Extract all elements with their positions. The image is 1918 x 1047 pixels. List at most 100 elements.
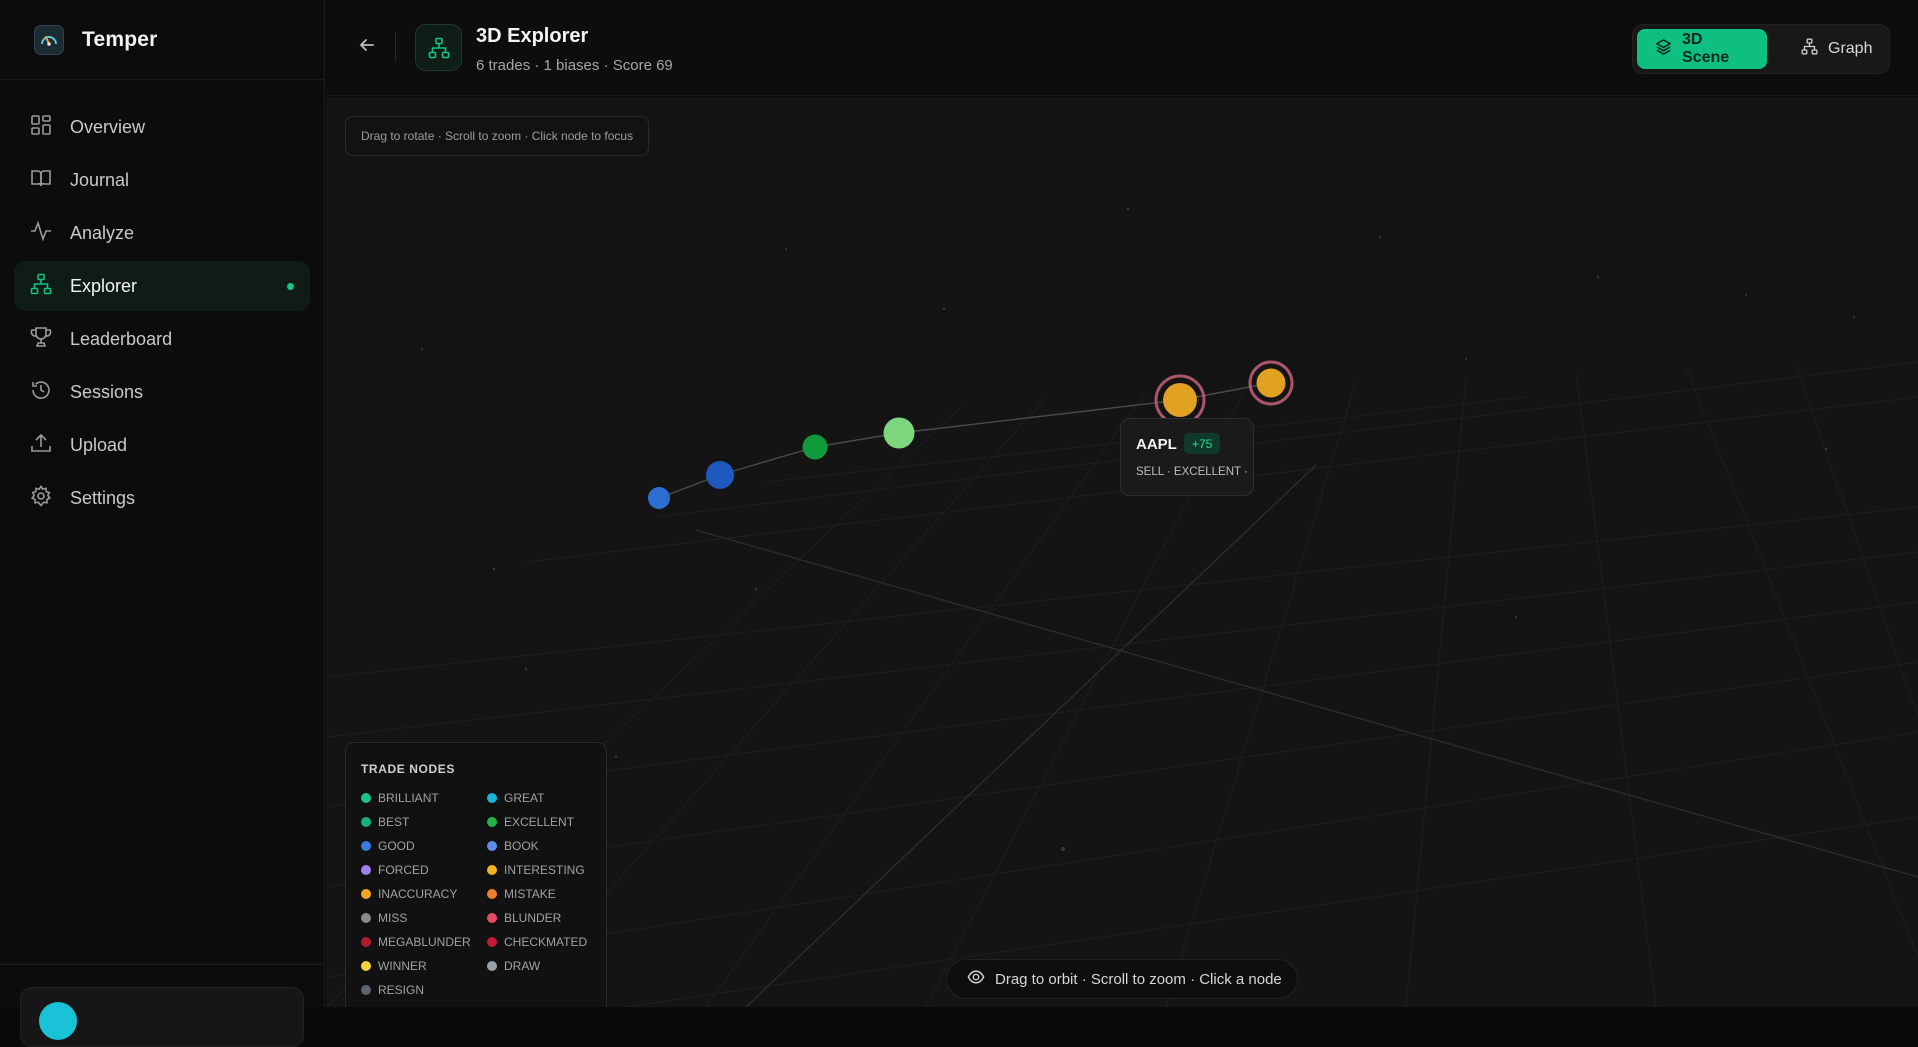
legend-swatch	[487, 961, 497, 971]
legend-swatch	[487, 817, 497, 827]
scene-hint-bottom: Drag to orbit · Scroll to zoom · Click a…	[946, 959, 1298, 999]
app-name: Temper	[82, 28, 158, 52]
node-tooltip: AAPL +75 SELL · EXCELLENT ·	[1120, 418, 1254, 496]
back-button[interactable]	[352, 32, 382, 62]
legend-item: MEGABLUNDER	[361, 933, 487, 951]
legend-swatch	[361, 865, 371, 875]
trade-nodes-legend: TRADE NODES BRILLIANTGREATBESTEXCELLENTG…	[345, 742, 607, 1007]
legend-item: FORCED	[361, 861, 487, 879]
legend-label: RESIGN	[378, 983, 424, 997]
active-indicator	[287, 283, 294, 290]
legend-item: DRAW	[487, 957, 601, 975]
legend-swatch	[361, 985, 371, 995]
sidebar-item-label: Upload	[70, 435, 127, 456]
legend-item: BRILLIANT	[361, 789, 487, 807]
legend-label: BLUNDER	[504, 911, 561, 925]
network-icon	[1801, 38, 1818, 60]
legend-swatch	[361, 961, 371, 971]
eye-icon	[967, 968, 985, 990]
tooltip-score-badge: +75	[1184, 433, 1220, 454]
sidebar-item-upload[interactable]: Upload	[14, 420, 310, 470]
network-icon	[415, 24, 462, 71]
trade-node-selected[interactable]	[884, 418, 915, 449]
tooltip-meta: SELL · EXCELLENT ·	[1136, 466, 1248, 478]
history-icon	[30, 379, 52, 406]
sidebar-item-overview[interactable]: Overview	[14, 102, 310, 152]
legend-swatch	[487, 913, 497, 923]
sidebar: Temper Overview Journal	[0, 0, 325, 1007]
sidebar-item-sessions[interactable]: Sessions	[14, 367, 310, 417]
3d-scene-button[interactable]: 3D Scene	[1637, 29, 1767, 69]
legend-label: GOOD	[378, 839, 415, 853]
user-card[interactable]	[20, 987, 304, 1047]
legend-item: CHECKMATED	[487, 933, 601, 951]
legend-item: GREAT	[487, 789, 601, 807]
legend-swatch	[487, 937, 497, 947]
legend-item: MISS	[361, 909, 487, 927]
arrow-left-icon	[358, 36, 376, 59]
legend-label: BOOK	[504, 839, 539, 853]
hint-bottom-text: Drag to orbit · Scroll to zoom · Click a…	[995, 971, 1282, 988]
legend-label: EXCELLENT	[504, 815, 574, 829]
trade-node[interactable]	[706, 461, 734, 489]
sidebar-nav: Overview Journal Analyze	[0, 80, 324, 523]
page-subtitle: 6 trades · 1 biases · Score 69	[476, 57, 673, 74]
graph-label: Graph	[1828, 40, 1872, 58]
header-divider	[395, 32, 396, 62]
legend-label: FORCED	[378, 863, 429, 877]
legend-label: BRILLIANT	[378, 791, 439, 805]
trade-node-bias[interactable]	[1156, 376, 1204, 424]
background-particles	[421, 208, 1855, 851]
trade-node[interactable]	[803, 435, 828, 460]
layers-icon	[1655, 38, 1672, 60]
grid-icon	[30, 114, 52, 141]
sidebar-item-leaderboard[interactable]: Leaderboard	[14, 314, 310, 364]
legend-item: BLUNDER	[487, 909, 601, 927]
scene-hint-top: Drag to rotate · Scroll to zoom · Click …	[345, 116, 649, 156]
sidebar-item-label: Overview	[70, 117, 145, 138]
view-toggle: 3D Scene Graph	[1632, 24, 1890, 74]
legend-label: CHECKMATED	[504, 935, 587, 949]
legend-label: DRAW	[504, 959, 540, 973]
network-icon	[30, 273, 52, 300]
legend-swatch	[361, 793, 371, 803]
legend-label: BEST	[378, 815, 409, 829]
trade-node[interactable]	[648, 487, 670, 509]
legend-swatch	[487, 841, 497, 851]
tooltip-ticker: AAPL	[1136, 436, 1177, 453]
legend-label: MEGABLUNDER	[378, 935, 471, 949]
sidebar-footer	[0, 964, 324, 1007]
sidebar-item-analyze[interactable]: Analyze	[14, 208, 310, 258]
sidebar-item-explorer[interactable]: Explorer	[14, 261, 310, 311]
gauge-icon	[34, 25, 64, 55]
legend-label: INTERESTING	[504, 863, 585, 877]
legend-swatch	[361, 889, 371, 899]
legend-grid: BRILLIANT GREAT BEST EXCELLENT GOOD BOOK FORCE…	[361, 789, 601, 999]
legend-swatch	[487, 865, 497, 875]
book-icon	[30, 167, 52, 194]
legend-swatch	[361, 937, 371, 947]
sidebar-item-journal[interactable]: Journal	[14, 155, 310, 205]
legend-item: GOOD	[361, 837, 487, 855]
3d-scene-label: 3D Scene	[1682, 31, 1749, 67]
3d-scene-canvas[interactable]: Drag to rotate · Scroll to zoom · Click …	[326, 97, 1918, 1007]
sidebar-item-label: Journal	[70, 170, 129, 191]
graph-button[interactable]: Graph	[1783, 29, 1890, 69]
trade-node-bias[interactable]	[1250, 362, 1292, 404]
page-title: 3D Explorer	[476, 25, 588, 48]
legend-item: INACCURACY	[361, 885, 487, 903]
sidebar-item-label: Sessions	[70, 382, 143, 403]
legend-label: INACCURACY	[378, 887, 457, 901]
legend-swatch	[361, 817, 371, 827]
sidebar-item-label: Explorer	[70, 276, 137, 297]
avatar	[39, 1002, 77, 1040]
legend-swatch	[361, 913, 371, 923]
brand[interactable]: Temper	[0, 0, 324, 80]
legend-swatch	[487, 793, 497, 803]
legend-item: INTERESTING	[487, 861, 601, 879]
page-header: 3D Explorer 6 trades · 1 biases · Score …	[326, 0, 1918, 96]
sidebar-item-settings[interactable]: Settings	[14, 473, 310, 523]
legend-item: WINNER	[361, 957, 487, 975]
legend-label: GREAT	[504, 791, 544, 805]
legend-item: EXCELLENT	[487, 813, 601, 831]
